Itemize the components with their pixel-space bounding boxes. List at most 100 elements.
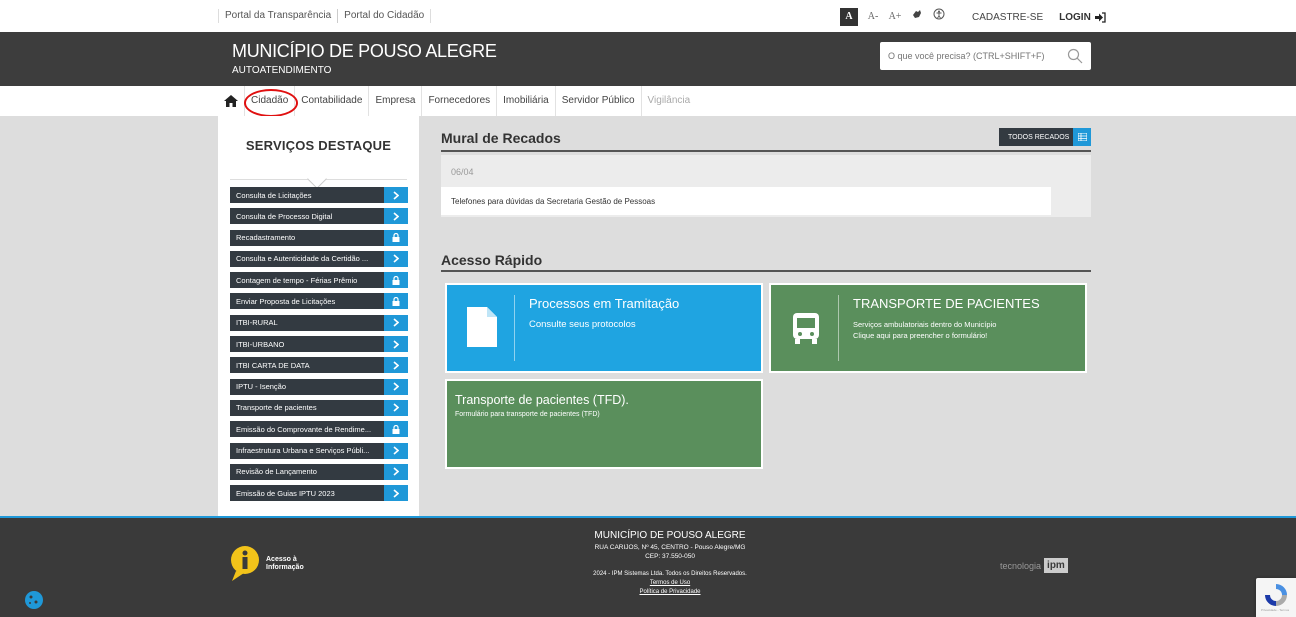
chevron-right-icon <box>384 485 408 502</box>
nav-imobiliaria[interactable]: Imobiliária <box>496 86 555 116</box>
chevron-right-icon <box>384 399 408 416</box>
service-item-label: IPTU - Isenção <box>236 382 287 392</box>
top-utility-bar: Portal da Transparência Portal do Cidadã… <box>0 0 1296 32</box>
chevron-right-icon <box>384 250 408 267</box>
service-item[interactable]: ITBI-URBANO <box>230 336 408 353</box>
nav-cidadao[interactable]: Cidadão <box>244 86 299 117</box>
document-icon <box>467 307 497 347</box>
service-item[interactable]: ITBI CARTA DE DATA <box>230 357 408 374</box>
service-item-label: Consulta e Autenticidade da Certidão ... <box>236 254 369 264</box>
service-item-label: ITBI-RURAL <box>236 318 278 328</box>
card-subtitle-line: Serviços ambulatoriais dentro do Municíp… <box>853 320 997 329</box>
accessibility-icon[interactable] <box>928 8 950 26</box>
portal-cidadao-link[interactable]: Portal do Cidadão <box>337 9 432 23</box>
nav-servidor-publico[interactable]: Servidor Público <box>554 86 641 116</box>
footer-cep: CEP: 37.550-050 <box>645 553 695 560</box>
nav-contabilidade[interactable]: Contabilidade <box>294 86 368 116</box>
font-increase-button[interactable]: A+ <box>884 8 906 26</box>
chevron-right-icon <box>384 378 408 395</box>
service-item[interactable]: Infraestrutura Urbana e Serviços Públi..… <box>230 442 408 459</box>
search-input[interactable] <box>888 48 1058 64</box>
service-item[interactable]: ITBI-RURAL <box>230 314 408 331</box>
lock-icon <box>384 293 408 310</box>
mural-box: 06/04 Telefones para dúvidas da Secretar… <box>441 155 1091 217</box>
chevron-right-icon <box>384 314 408 331</box>
service-item-label: Recadastramento <box>236 233 296 243</box>
acesso-informacao-link[interactable]: Acesso à Informação <box>230 544 320 584</box>
card-subtitle: Formulário para transporte de pacientes … <box>455 411 600 418</box>
lock-icon <box>384 229 408 246</box>
card-subtitle-line: Clique aqui para preencher o formulário! <box>853 331 988 340</box>
service-item-label: Emissão do Comprovante de Rendime... <box>236 424 372 434</box>
acesso-label: Acesso à <box>266 556 297 563</box>
service-item[interactable]: Revisão de Lançamento <box>230 463 408 480</box>
service-item[interactable]: Consulta de Processo Digital <box>230 208 408 225</box>
card-subtitle: Consulte seus protocolos <box>529 319 636 330</box>
brand-box: ipm <box>1044 558 1068 573</box>
acesso-rapido-title: Acesso Rápido <box>441 252 543 268</box>
service-item[interactable]: Emissão de Guias IPTU 2023 <box>230 485 408 502</box>
card-subtitle: Serviços ambulatoriais dentro do Municíp… <box>853 319 996 341</box>
card-transporte-tfd[interactable]: Transporte de pacientes (TFD). Formulári… <box>445 379 763 469</box>
recado-text: Telefones para dúvidas da Secretaria Ges… <box>451 197 656 206</box>
accessibility-tools: A A- A+ CADASTRE-SE LOGIN <box>840 8 1106 26</box>
service-item[interactable]: IPTU - Isenção <box>230 378 408 395</box>
login-arrow-icon <box>1094 11 1106 23</box>
chevron-right-icon <box>384 442 408 459</box>
service-item[interactable]: Recadastramento <box>230 229 408 246</box>
nav-vigilancia[interactable]: Vigilância <box>640 86 697 116</box>
privacy-link[interactable]: Política de Privacidade <box>520 588 820 597</box>
recado-date: 06/04 <box>451 167 474 177</box>
sign-language-icon[interactable] <box>906 8 928 26</box>
cookie-icon[interactable] <box>24 590 44 610</box>
service-item-label: Emissão de Guias IPTU 2023 <box>236 488 335 498</box>
site-title[interactable]: MUNICÍPIO DE POUSO ALEGRE <box>232 41 497 62</box>
mural-underline <box>441 150 1091 152</box>
recado-message[interactable]: Telefones para dúvidas da Secretaria Ges… <box>441 187 1051 215</box>
recaptcha-badge[interactable]: Privacidade - Termos <box>1256 578 1296 617</box>
portal-transparencia-link[interactable]: Portal da Transparência <box>218 9 337 23</box>
service-item[interactable]: Emissão do Comprovante de Rendime... <box>230 421 408 438</box>
service-item[interactable]: Consulta e Autenticidade da Certidão ... <box>230 250 408 267</box>
list-icon <box>1073 128 1091 146</box>
service-item-label: Transporte de pacientes <box>236 403 317 413</box>
site-footer: Acesso à Informação MUNICÍPIO DE POUSO A… <box>0 516 1296 617</box>
card-processos-tramitacao[interactable]: Processos em Tramitação Consulte seus pr… <box>445 283 763 373</box>
service-item-label: Consulta de Licitações <box>236 190 312 200</box>
services-panel: SERVIÇOS DESTAQUE Consulta de Licitações… <box>218 116 419 516</box>
todos-recados-button[interactable]: TODOS RECADOS <box>999 128 1091 146</box>
mural-title: Mural de Recados <box>441 130 561 146</box>
card-title: Processos em Tramitação <box>529 296 680 311</box>
lock-icon <box>384 421 408 438</box>
main-nav: Cidadão Contabilidade Empresa Fornecedor… <box>0 86 1296 117</box>
chevron-right-icon <box>384 187 408 203</box>
font-normal-button[interactable]: A <box>840 8 858 26</box>
search-icon[interactable] <box>1067 48 1083 64</box>
portal-links: Portal da Transparência Portal do Cidadã… <box>218 9 432 23</box>
cadastre-se-link[interactable]: CADASTRE-SE <box>972 12 1043 23</box>
service-item-label: Enviar Proposta de Licitações <box>236 296 336 306</box>
card-divider <box>514 295 515 361</box>
footer-copyright: 2024 - IPM Sistemas Ltda. Todos os Direi… <box>593 571 747 577</box>
service-item-label: Infraestrutura Urbana e Serviços Públi..… <box>236 446 370 456</box>
card-divider <box>838 295 839 361</box>
service-item[interactable]: Consulta de Licitações <box>230 187 408 203</box>
chevron-right-icon <box>384 336 408 353</box>
login-link[interactable]: LOGIN <box>1059 12 1106 23</box>
nav-empresa[interactable]: Empresa <box>368 86 421 116</box>
service-item-label: ITBI CARTA DE DATA <box>236 360 310 370</box>
font-decrease-button[interactable]: A- <box>862 8 884 26</box>
chevron-right-icon <box>384 208 408 225</box>
service-item[interactable]: Enviar Proposta de Licitações <box>230 293 408 310</box>
lock-icon <box>384 272 408 289</box>
site-subtitle: AUTOATENDIMENTO <box>232 65 332 76</box>
login-label: LOGIN <box>1059 11 1091 23</box>
ipm-logo[interactable]: tecnologia ipm <box>1000 558 1068 573</box>
service-item[interactable]: Transporte de pacientes <box>230 399 408 416</box>
service-item[interactable]: Contagem de tempo - Férias Prêmio <box>230 272 408 289</box>
card-transporte-pacientes[interactable]: TRANSPORTE DE PACIENTES Serviços ambulat… <box>769 283 1087 373</box>
nav-fornecedores[interactable]: Fornecedores <box>421 86 496 116</box>
terms-link[interactable]: Termos de Uso <box>520 579 820 588</box>
bus-icon <box>793 313 819 344</box>
home-icon[interactable] <box>218 86 244 116</box>
